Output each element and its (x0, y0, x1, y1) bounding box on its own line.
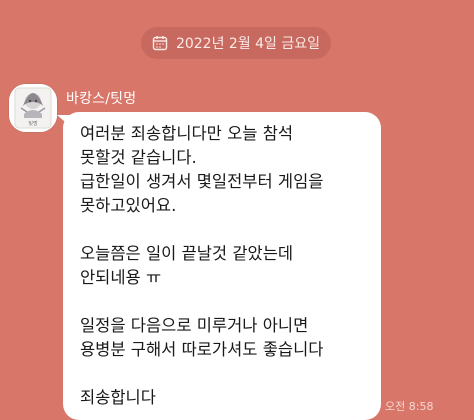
date-text: 2022년 2월 4일 금요일 (175, 36, 321, 52)
message-bubble[interactable]: 여러분 죄송합니다만 오늘 참석 못할것 같습니다. 급한일이 생겨서 몇일전부… (63, 112, 381, 420)
message-line: 일정을 다음으로 미루거나 아니면 (80, 316, 309, 335)
message-line (80, 218, 371, 242)
avatar-image: 팃멍 (9, 84, 57, 132)
message-line (80, 362, 371, 386)
date-divider: 2022년 2월 4일 금요일 (141, 27, 331, 59)
sender-name: 바캉스/팃멍 (66, 91, 137, 107)
message-line: 오늘쯤은 일이 끝날것 같았는데 (80, 244, 294, 263)
message-line: 못하고있어요. (80, 196, 177, 215)
avatar-caption: 팃멍 (28, 120, 37, 127)
avatar[interactable]: 팃멍 (9, 84, 57, 132)
message-line: 안되네용 ㅠ (80, 268, 162, 287)
message-line: 못할것 같습니다. (80, 148, 197, 167)
calendar-icon (152, 35, 168, 51)
message-time: 오전 8:58 (385, 400, 434, 413)
message-line (80, 290, 371, 314)
message-line: 급한일이 생겨서 몇일전부터 게임을 (80, 172, 324, 191)
message-line: 여러분 죄송합니다만 오늘 참석 (80, 124, 294, 143)
message-line: 용병분 구해서 따로가셔도 좋습니다 (80, 340, 324, 359)
message-line: 죄송합니다 (80, 388, 156, 407)
